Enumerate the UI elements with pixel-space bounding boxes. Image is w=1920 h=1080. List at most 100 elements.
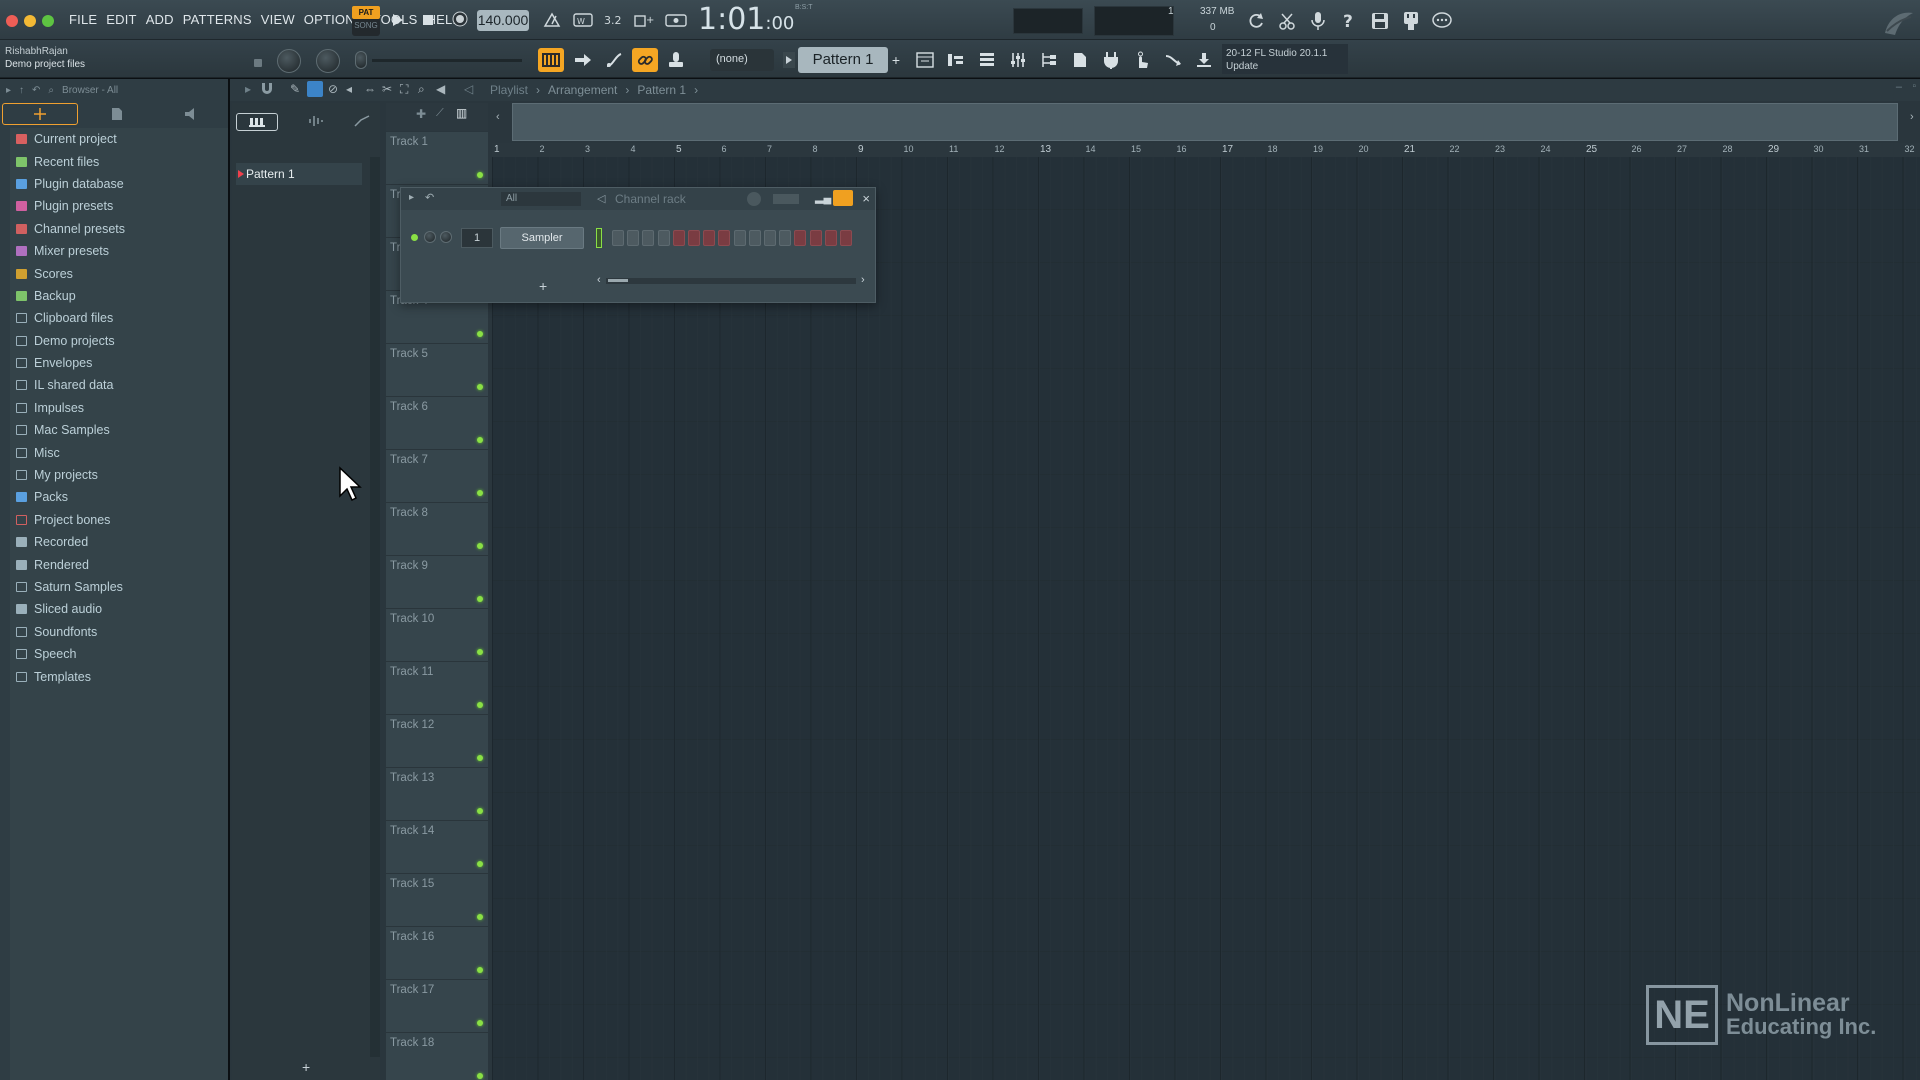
paint-tool-button[interactable] — [307, 81, 323, 97]
add-pattern-button[interactable]: + — [890, 50, 902, 70]
browser-item[interactable]: Saturn Samples — [10, 576, 228, 598]
track-mute-led[interactable] — [477, 914, 483, 920]
track-header[interactable]: Track 6 — [386, 397, 488, 450]
browser-item[interactable]: Clipboard files — [10, 307, 228, 329]
minimize-window-button[interactable] — [24, 15, 36, 27]
swing-slider[interactable] — [773, 194, 799, 204]
browser-item[interactable]: Project bones — [10, 509, 228, 531]
chat-button[interactable] — [1430, 9, 1454, 33]
select-tool-icon[interactable]: ⛶ — [400, 82, 408, 97]
tab-plugins[interactable] — [154, 101, 228, 127]
timeline-ruler[interactable]: 1 2 3 4 5 6 7 8 9 10 11 12 13 14 15 16 17 18 19 20 21 22 23 24 2… — [492, 143, 1920, 157]
channel-select-indicator[interactable] — [596, 228, 602, 248]
news-panel[interactable]: 20-12 FL Studio 20.1.1 Update — [1222, 44, 1348, 74]
step-edit-button[interactable] — [570, 48, 596, 72]
mixer-button[interactable] — [1005, 48, 1031, 72]
track-header[interactable]: Track 9 — [386, 556, 488, 609]
pitch-slider[interactable] — [355, 51, 367, 69]
browser-item[interactable]: Mac Samples — [10, 419, 228, 441]
loop-recording-button[interactable] — [664, 10, 688, 30]
browser-item[interactable]: Mixer presets — [10, 240, 228, 262]
channel-name-button[interactable]: Sampler — [500, 227, 584, 249]
metronome-toggle-button[interactable] — [663, 48, 689, 72]
track-mute-led[interactable] — [477, 1020, 483, 1026]
browser-item[interactable]: My projects — [10, 464, 228, 486]
browser-item[interactable]: Speech — [10, 643, 228, 665]
track-header[interactable]: Track 11 — [386, 662, 488, 715]
step-button[interactable] — [688, 230, 700, 246]
output-monitor[interactable] — [1094, 6, 1174, 36]
pencil-icon[interactable]: ✎ — [290, 82, 300, 96]
browser-nav-icon[interactable]: ▸ — [6, 85, 11, 96]
pattern-list-item[interactable]: Pattern 1 — [236, 163, 362, 185]
step-button[interactable] — [748, 230, 761, 246]
cut-tool-button[interactable] — [1275, 9, 1299, 33]
tempo-display[interactable]: 140.000 — [477, 10, 529, 31]
mute-tool-icon[interactable]: ◂ — [346, 82, 352, 96]
step-button[interactable] — [612, 230, 624, 246]
channel-mixer-track[interactable]: 1 — [461, 228, 493, 248]
touch-controller-button[interactable] — [1129, 48, 1155, 72]
browser-back-icon[interactable]: ↶ — [32, 85, 40, 96]
overview-right-arrow[interactable]: › — [1910, 111, 1914, 123]
master-volume-knob[interactable] — [277, 49, 301, 73]
channel-rack-button[interactable] — [974, 48, 1000, 72]
browser-item[interactable]: Sliced audio — [10, 598, 228, 620]
track-mute-led[interactable] — [477, 702, 483, 708]
snap-selector[interactable]: (none) — [710, 49, 774, 71]
menu-patterns[interactable]: PATTERNS — [183, 12, 252, 27]
playlist-minimize-button[interactable]: – — [1896, 81, 1902, 93]
browser-item[interactable]: Backup — [10, 285, 228, 307]
corner-add-icon[interactable]: ✚ — [416, 107, 426, 121]
step-button[interactable] — [809, 230, 822, 246]
close-window-button[interactable] — [6, 15, 18, 27]
close-icon[interactable]: × — [862, 191, 870, 206]
pattern-prev-button[interactable] — [783, 52, 795, 68]
record-button[interactable] — [449, 8, 471, 30]
browser-item[interactable]: Recorded — [10, 531, 228, 553]
browser-item[interactable]: Plugin database — [10, 173, 228, 195]
browser-item[interactable]: Channel presets — [10, 218, 228, 240]
channel-rack-scrollbar[interactable] — [606, 278, 856, 284]
track-header[interactable]: Track 14 — [386, 821, 488, 874]
cr-undo-icon[interactable]: ↶ — [425, 191, 434, 204]
midi-input-button[interactable] — [1399, 9, 1423, 33]
undo-history-button[interactable] — [1244, 9, 1268, 33]
track-mute-led[interactable] — [477, 384, 483, 390]
play-button[interactable] — [389, 10, 407, 30]
track-mute-led[interactable] — [477, 596, 483, 602]
stop-button[interactable] — [419, 10, 437, 30]
countdown-button[interactable]: 3.2 — [602, 10, 626, 30]
maximize-window-button[interactable] — [42, 15, 54, 27]
link-button[interactable] — [632, 48, 658, 72]
breadcrumb-pattern[interactable]: Pattern 1 — [637, 83, 686, 97]
tab-all-files[interactable] — [2, 103, 78, 125]
metronome-button[interactable] — [541, 10, 563, 30]
pattern-song-toggle[interactable]: PAT SONG — [352, 6, 380, 36]
step-button[interactable] — [627, 230, 640, 246]
browser-item[interactable]: Packs — [10, 486, 228, 508]
playlist-view-button[interactable] — [538, 48, 564, 72]
download-button[interactable] — [1191, 48, 1217, 72]
plugin-picker-button[interactable] — [1098, 48, 1124, 72]
slip-tool-icon[interactable]: ⇔ — [364, 82, 376, 96]
track-header[interactable]: Track 15 — [386, 874, 488, 927]
picker-scrollbar[interactable] — [370, 157, 380, 1057]
browser-item[interactable]: Scores — [10, 262, 228, 284]
picker-tab-automation[interactable] — [354, 114, 370, 130]
add-channel-button[interactable]: + — [539, 278, 547, 294]
track-header[interactable]: Track 13 — [386, 768, 488, 821]
browser-item[interactable]: Misc — [10, 441, 228, 463]
track-mute-led[interactable] — [477, 808, 483, 814]
track-mute-led[interactable] — [477, 861, 483, 867]
song-overview-bar[interactable] — [512, 103, 1898, 141]
step-button[interactable] — [657, 230, 670, 246]
track-mute-led[interactable] — [477, 543, 483, 549]
channel-volume-knob[interactable] — [440, 231, 452, 243]
track-mute-led[interactable] — [477, 649, 483, 655]
delete-tool-icon[interactable]: ⊘ — [328, 82, 338, 96]
slice-tool-icon[interactable]: ✂ — [382, 82, 392, 96]
track-header[interactable]: Track 17 — [386, 980, 488, 1033]
pattern-selector[interactable]: Pattern 1 — [798, 47, 888, 73]
menu-add[interactable]: ADD — [146, 12, 174, 27]
